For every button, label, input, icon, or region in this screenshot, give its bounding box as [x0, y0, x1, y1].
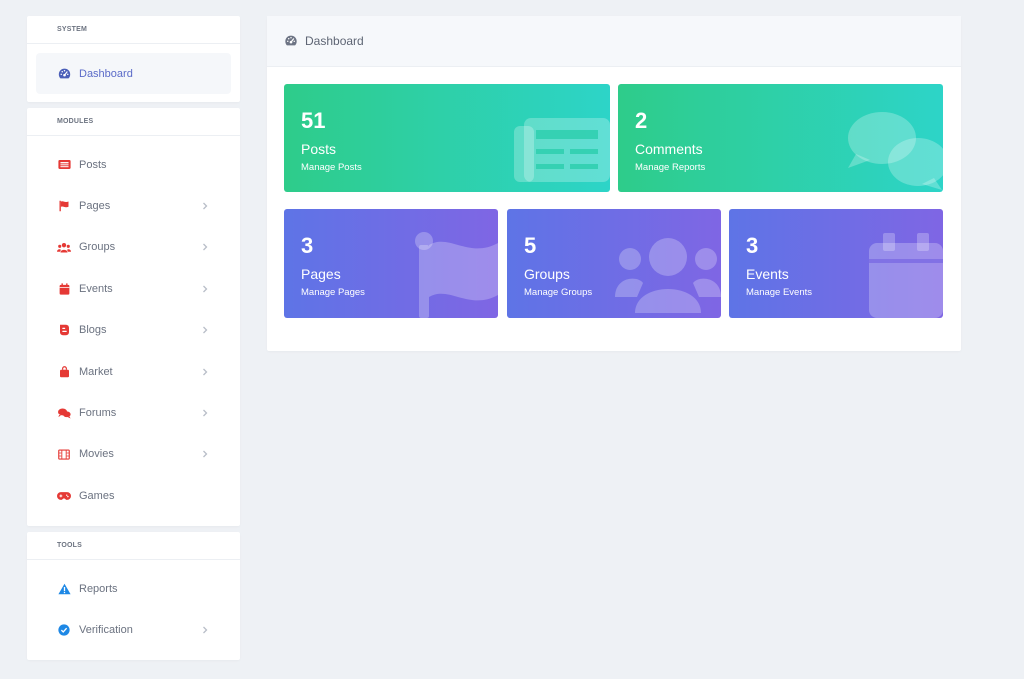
stat-card-groups[interactable]: 5 Groups Manage Groups — [507, 209, 721, 318]
section-title-system: SYSTEM — [27, 16, 240, 44]
card-subtitle: Manage Posts — [301, 162, 362, 173]
sidebar-item-label: Groups — [79, 241, 116, 254]
chevron-right-icon[interactable] — [200, 449, 210, 459]
users-icon — [615, 238, 721, 313]
flag-icon — [57, 199, 71, 213]
sidebar-item-label: Market — [79, 365, 113, 378]
card-subtitle: Manage Events — [746, 287, 813, 298]
newspaper-icon — [57, 158, 71, 172]
card-count: 2 — [635, 108, 648, 133]
card-subtitle: Manage Pages — [301, 287, 365, 298]
gauge-icon — [284, 34, 298, 48]
sidebar-item-label: Reports — [79, 582, 118, 595]
stat-card-comments[interactable]: 2 Comments Manage Reports — [618, 84, 943, 192]
section-title-modules: MODULES — [27, 108, 240, 136]
check-circle-icon — [57, 623, 71, 637]
sidebar-item-groups[interactable]: Groups — [27, 227, 240, 268]
sidebar-item-label: Events — [79, 282, 113, 295]
sidebar-item-forums[interactable]: Forums — [27, 392, 240, 433]
main-header: Dashboard — [267, 16, 961, 67]
gauge-icon — [57, 67, 71, 81]
flag-icon — [415, 232, 498, 318]
chevron-right-icon[interactable] — [200, 284, 210, 294]
card-count: 3 — [746, 233, 759, 258]
card-title: Comments — [635, 141, 703, 157]
sidebar-item-verification[interactable]: Verification — [27, 609, 240, 650]
sidebar-item-reports[interactable]: Reports — [27, 568, 240, 609]
card-count: 5 — [524, 233, 537, 258]
calendar-icon — [57, 282, 71, 296]
section-title-tools: TOOLS — [27, 532, 240, 560]
card-subtitle: Manage Groups — [524, 287, 593, 298]
sidebar-item-label: Games — [79, 489, 115, 502]
sidebar-item-market[interactable]: Market — [27, 351, 240, 392]
page-title: Dashboard — [305, 34, 364, 48]
chevron-right-icon[interactable] — [200, 408, 210, 418]
card-title: Posts — [301, 141, 337, 157]
sidebar-item-label: Forums — [79, 407, 117, 420]
stat-card-posts[interactable]: 51 Posts Manage Posts — [284, 84, 610, 192]
sidebar-item-label: Dashboard — [79, 67, 133, 80]
comments-icon — [848, 112, 943, 190]
card-title: Events — [746, 266, 789, 282]
sidebar-item-pages[interactable]: Pages — [27, 185, 240, 226]
sidebar-item-posts[interactable]: Posts — [27, 144, 240, 185]
sidebar-item-label: Verification — [79, 624, 133, 637]
film-icon — [57, 447, 71, 461]
stat-card-pages[interactable]: 3 Pages Manage Pages — [284, 209, 498, 318]
chevron-right-icon[interactable] — [200, 201, 210, 211]
chevron-right-icon[interactable] — [200, 325, 210, 335]
chevron-right-icon[interactable] — [200, 625, 210, 635]
card-subtitle: Manage Reports — [635, 162, 706, 173]
sidebar-item-blogs[interactable]: Blogs — [27, 310, 240, 351]
sidebar-system-panel: SYSTEM Dashboard — [27, 16, 240, 102]
sidebar-modules-panel: MODULES Posts Pages Groups Events Blogs — [27, 108, 240, 526]
sidebar-tools-panel: TOOLS Reports Verification — [27, 532, 240, 660]
stat-card-events[interactable]: 3 Events Manage Events — [729, 209, 943, 318]
calendar-icon — [869, 233, 943, 318]
gamepad-icon — [57, 489, 71, 503]
shopping-bag-icon — [57, 365, 71, 379]
chevron-right-icon[interactable] — [200, 242, 210, 252]
sidebar-item-label: Posts — [79, 158, 107, 171]
card-title: Pages — [301, 266, 341, 282]
sidebar-item-dashboard[interactable]: Dashboard — [36, 53, 231, 94]
newspaper-icon — [514, 118, 610, 182]
sidebar-item-label: Movies — [79, 448, 114, 461]
sidebar-item-label: Pages — [79, 200, 111, 213]
card-title: Groups — [524, 266, 570, 282]
sidebar-item-events[interactable]: Events — [27, 268, 240, 309]
warning-icon — [57, 582, 71, 596]
sidebar-item-movies[interactable]: Movies — [27, 434, 240, 475]
sidebar-item-games[interactable]: Games — [27, 475, 240, 516]
blog-icon — [57, 323, 71, 337]
users-icon — [57, 240, 71, 254]
sidebar-item-label: Blogs — [79, 324, 107, 337]
comments-icon — [57, 406, 71, 420]
chevron-right-icon[interactable] — [200, 367, 210, 377]
card-count: 51 — [301, 108, 326, 133]
card-count: 3 — [301, 233, 314, 258]
